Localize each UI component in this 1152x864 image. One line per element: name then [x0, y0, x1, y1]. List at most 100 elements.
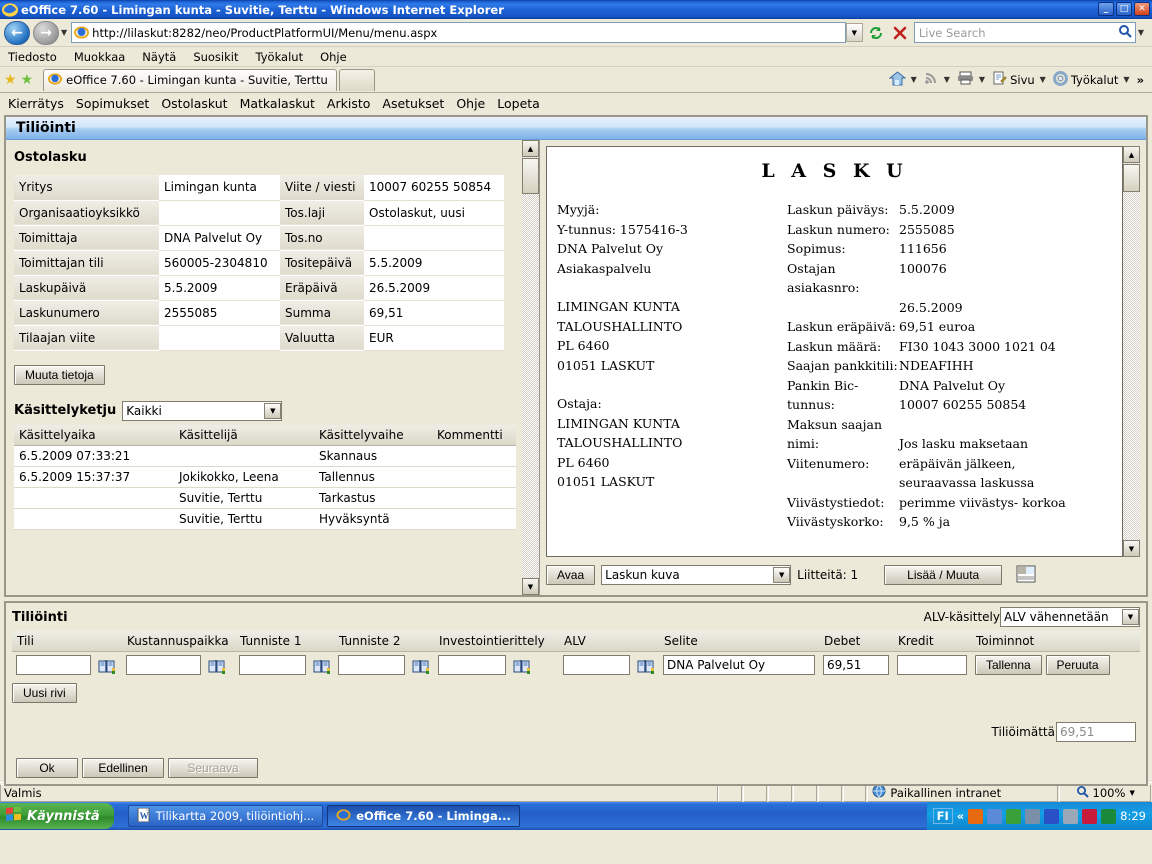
opera-icon[interactable] — [1082, 808, 1098, 824]
vat-handling-select[interactable]: ALV vähennetään ▼ — [1000, 607, 1140, 627]
menu-item-suosikit[interactable]: Suosikit — [193, 50, 238, 64]
toolbar-overflow-icon[interactable]: » — [1137, 73, 1144, 87]
stop-button[interactable] — [889, 22, 911, 44]
defender-icon[interactable] — [1044, 808, 1060, 824]
excel-icon[interactable] — [1101, 808, 1117, 824]
tools-dropdown-icon[interactable]: ▼ — [1123, 75, 1129, 84]
document-properties-icon[interactable] — [1016, 565, 1036, 586]
lookup-book-icon[interactable] — [412, 658, 429, 674]
start-button[interactable]: Käynnistä — [0, 803, 114, 829]
address-input[interactable]: http://lilaskut:8282/neo/ProductPlatform… — [71, 22, 846, 43]
kustannuspaikka-input[interactable] — [126, 655, 201, 675]
menu-item-nayta[interactable]: Näytä — [142, 50, 176, 64]
document-scrollbar[interactable]: ▲ ▼ — [1123, 146, 1140, 557]
app-menu-arkisto[interactable]: Arkisto — [327, 96, 370, 111]
cancel-row-button[interactable]: Peruuta — [1045, 655, 1110, 675]
table-row[interactable]: Suvitie, Terttu Hyväksyntä — [14, 508, 516, 530]
close-button[interactable]: ✕ — [1134, 2, 1150, 16]
chevron-down-icon[interactable]: ▼ — [773, 567, 791, 583]
debet-input[interactable] — [823, 655, 889, 675]
page-menu-icon[interactable] — [992, 71, 1007, 88]
invoice-pane-scrollbar[interactable]: ▲ ▼ — [522, 140, 539, 595]
new-row-button[interactable]: Uusi rivi — [12, 683, 77, 703]
taskbar-item-ie[interactable]: eOffice 7.60 - Liminga... — [327, 805, 520, 827]
print-icon[interactable] — [957, 71, 974, 88]
java-icon[interactable] — [968, 808, 984, 824]
security-zone[interactable]: Paikallinen intranet — [867, 783, 1059, 802]
search-dropdown-icon[interactable]: ▼ — [1138, 28, 1144, 37]
home-icon[interactable] — [888, 70, 907, 89]
lookup-book-icon[interactable] — [313, 658, 330, 674]
page-dropdown-icon[interactable]: ▼ — [1040, 75, 1046, 84]
app-menu-kierratys[interactable]: Kierrätys — [8, 96, 64, 111]
chain-filter-select[interactable]: Kaikki ▼ — [122, 400, 283, 421]
scroll-down-icon[interactable]: ▼ — [522, 578, 539, 595]
language-indicator[interactable]: FI — [932, 808, 953, 824]
tunniste2-input[interactable] — [338, 655, 405, 675]
edit-data-button[interactable]: Muuta tietoja — [14, 364, 105, 385]
table-row[interactable]: 6.5.2009 15:37:37 Jokikokko, Leena Tallenn… — [14, 466, 516, 488]
lookup-book-icon[interactable] — [513, 658, 530, 674]
doc-scroll-up-icon[interactable]: ▲ — [1123, 146, 1140, 163]
wireless-icon[interactable] — [1006, 808, 1022, 824]
doc-scroll-down-icon[interactable]: ▼ — [1123, 540, 1140, 557]
lookup-book-icon[interactable] — [637, 658, 654, 674]
browser-tab[interactable]: eOffice 7.60 - Limingan kunta - Suvitie,… — [43, 68, 337, 91]
lookup-book-icon[interactable] — [208, 658, 225, 674]
save-row-button[interactable]: Tallenna — [975, 655, 1042, 675]
tili-input[interactable] — [16, 655, 91, 675]
address-dropdown-button[interactable]: ▼ — [845, 23, 863, 42]
refresh-button[interactable] — [865, 22, 887, 44]
scroll-up-icon[interactable]: ▲ — [522, 140, 539, 157]
forward-button[interactable]: → — [33, 20, 59, 45]
ok-button[interactable]: Ok — [16, 758, 78, 778]
app-menu-ostolaskut[interactable]: Ostolaskut — [161, 96, 227, 111]
app-menu-matkalaskut[interactable]: Matkalaskut — [240, 96, 315, 111]
zoom-dropdown-icon[interactable]: ▼ — [1129, 789, 1134, 797]
search-icon[interactable] — [1115, 24, 1135, 41]
tunniste1-input[interactable] — [239, 655, 306, 675]
selite-input[interactable] — [663, 655, 815, 675]
doc-scrollbar-thumb[interactable] — [1123, 164, 1140, 192]
back-button[interactable]: ← — [4, 20, 30, 45]
chevron-down-icon[interactable]: ▼ — [264, 402, 282, 419]
previous-button[interactable]: Edellinen — [82, 758, 164, 778]
tray-expand-icon[interactable]: « — [957, 809, 964, 823]
scrollbar-track[interactable] — [522, 157, 539, 578]
menu-item-ohje[interactable]: Ohje — [320, 50, 347, 64]
update-icon[interactable] — [1063, 808, 1079, 824]
home-dropdown-icon[interactable]: ▼ — [911, 75, 917, 84]
add-favorite-icon[interactable]: ★ — [21, 72, 34, 88]
taskbar-item-word[interactable]: W Tilikartta 2009, tiliöintiohj... — [127, 805, 324, 827]
app-menu-lopeta[interactable]: Lopeta — [497, 96, 540, 111]
table-row[interactable]: Suvitie, Terttu Tarkastus — [14, 487, 516, 509]
investointierittely-input[interactable] — [438, 655, 506, 675]
menu-item-tyokalut[interactable]: Työkalut — [256, 50, 304, 64]
search-input[interactable]: Live Search — [913, 22, 1136, 43]
print-dropdown-icon[interactable]: ▼ — [979, 75, 985, 84]
tools-menu-label[interactable]: Työkalut — [1071, 73, 1119, 87]
clock[interactable]: 8:29 — [1120, 809, 1146, 823]
menu-item-muokkaa[interactable]: Muokkaa — [74, 50, 125, 64]
open-attachment-button[interactable]: Avaa — [546, 565, 596, 585]
doc-scrollbar-track[interactable] — [1123, 163, 1140, 540]
app-menu-asetukset[interactable]: Asetukset — [382, 96, 444, 111]
tools-gear-icon[interactable] — [1052, 70, 1068, 89]
lookup-book-icon[interactable] — [98, 658, 115, 674]
table-row[interactable]: 6.5.2009 07:33:21 Skannaus — [14, 445, 516, 467]
app-menu-sopimukset[interactable]: Sopimukset — [76, 96, 149, 111]
favorites-center-icon[interactable]: ★ — [4, 72, 17, 88]
maximize-button[interactable]: □ — [1116, 2, 1132, 16]
alv-input[interactable] — [563, 655, 630, 675]
page-menu-label[interactable]: Sivu — [1010, 73, 1035, 87]
chevron-down-icon[interactable]: ▼ — [1122, 609, 1139, 625]
app-menu-ohje[interactable]: Ohje — [456, 96, 485, 111]
pen-icon[interactable] — [1025, 808, 1041, 824]
menu-item-tiedosto[interactable]: Tiedosto — [8, 50, 57, 64]
scrollbar-thumb[interactable] — [522, 158, 539, 194]
kredit-input[interactable] — [897, 655, 967, 675]
minimize-button[interactable]: _ — [1098, 2, 1114, 16]
zoom-control[interactable]: 100% ▼ — [1059, 783, 1151, 802]
history-dropdown-icon[interactable]: ▼ — [61, 28, 67, 37]
add-modify-attachment-button[interactable]: Lisää / Muuta — [884, 565, 1003, 585]
